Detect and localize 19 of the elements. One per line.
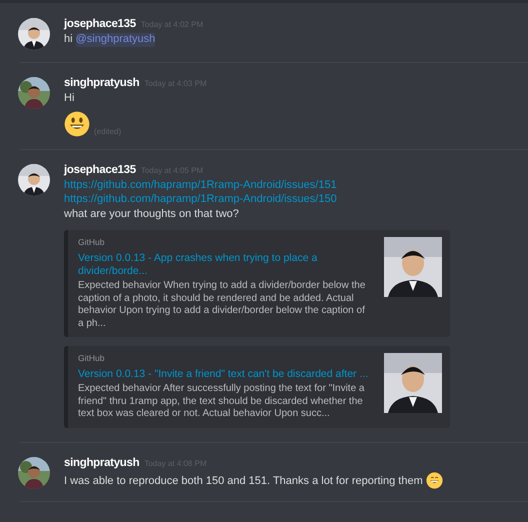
message-text: hi xyxy=(64,33,74,46)
embed-description: Expected behavior After successfully posting the text for "Invite a friend" thru 1ramp app, the text should be discarded whether the text box was cleared or not. Actual behavior Upon succ... xyxy=(78,383,366,420)
message-text: what are your thoughts on that two? xyxy=(64,208,239,221)
message-text: Hi xyxy=(64,92,74,106)
grinning-face-icon xyxy=(426,472,443,488)
embed-provider: GitHub xyxy=(78,353,106,363)
embed-title-link[interactable]: Version 0.0.13 - "Invite a friend" text can't be discarded after ... xyxy=(78,368,372,381)
username[interactable]: singhpratyush xyxy=(64,77,140,89)
username[interactable]: josephace135 xyxy=(64,164,136,176)
url-link[interactable]: https://github.com/hapramp/1Rramp-Android/issues/150 xyxy=(64,193,337,206)
username[interactable]: josephace135 xyxy=(64,18,136,30)
embed-description: Expected behavior When trying to add a divider/border below the caption of a photo, it should be rendered and be added. Actual behavior Upon trying to add a divider/border below the caption of a ph... xyxy=(78,280,366,330)
smiling-face-icon xyxy=(64,110,90,136)
url-link[interactable]: https://github.com/hapramp/1Rramp-Android/issues/151 xyxy=(64,178,337,192)
mention-link[interactable]: @singhpratyush xyxy=(76,33,156,46)
username[interactable]: singhpratyush xyxy=(64,456,140,468)
embed-provider: GitHub xyxy=(78,237,106,247)
embed-title-link[interactable]: Version 0.0.13 - App crashes when trying to place a divider/borde... xyxy=(78,252,372,278)
message-text: I was able to reproduce both 150 and 151. Thanks a lot for reporting them xyxy=(64,475,424,488)
